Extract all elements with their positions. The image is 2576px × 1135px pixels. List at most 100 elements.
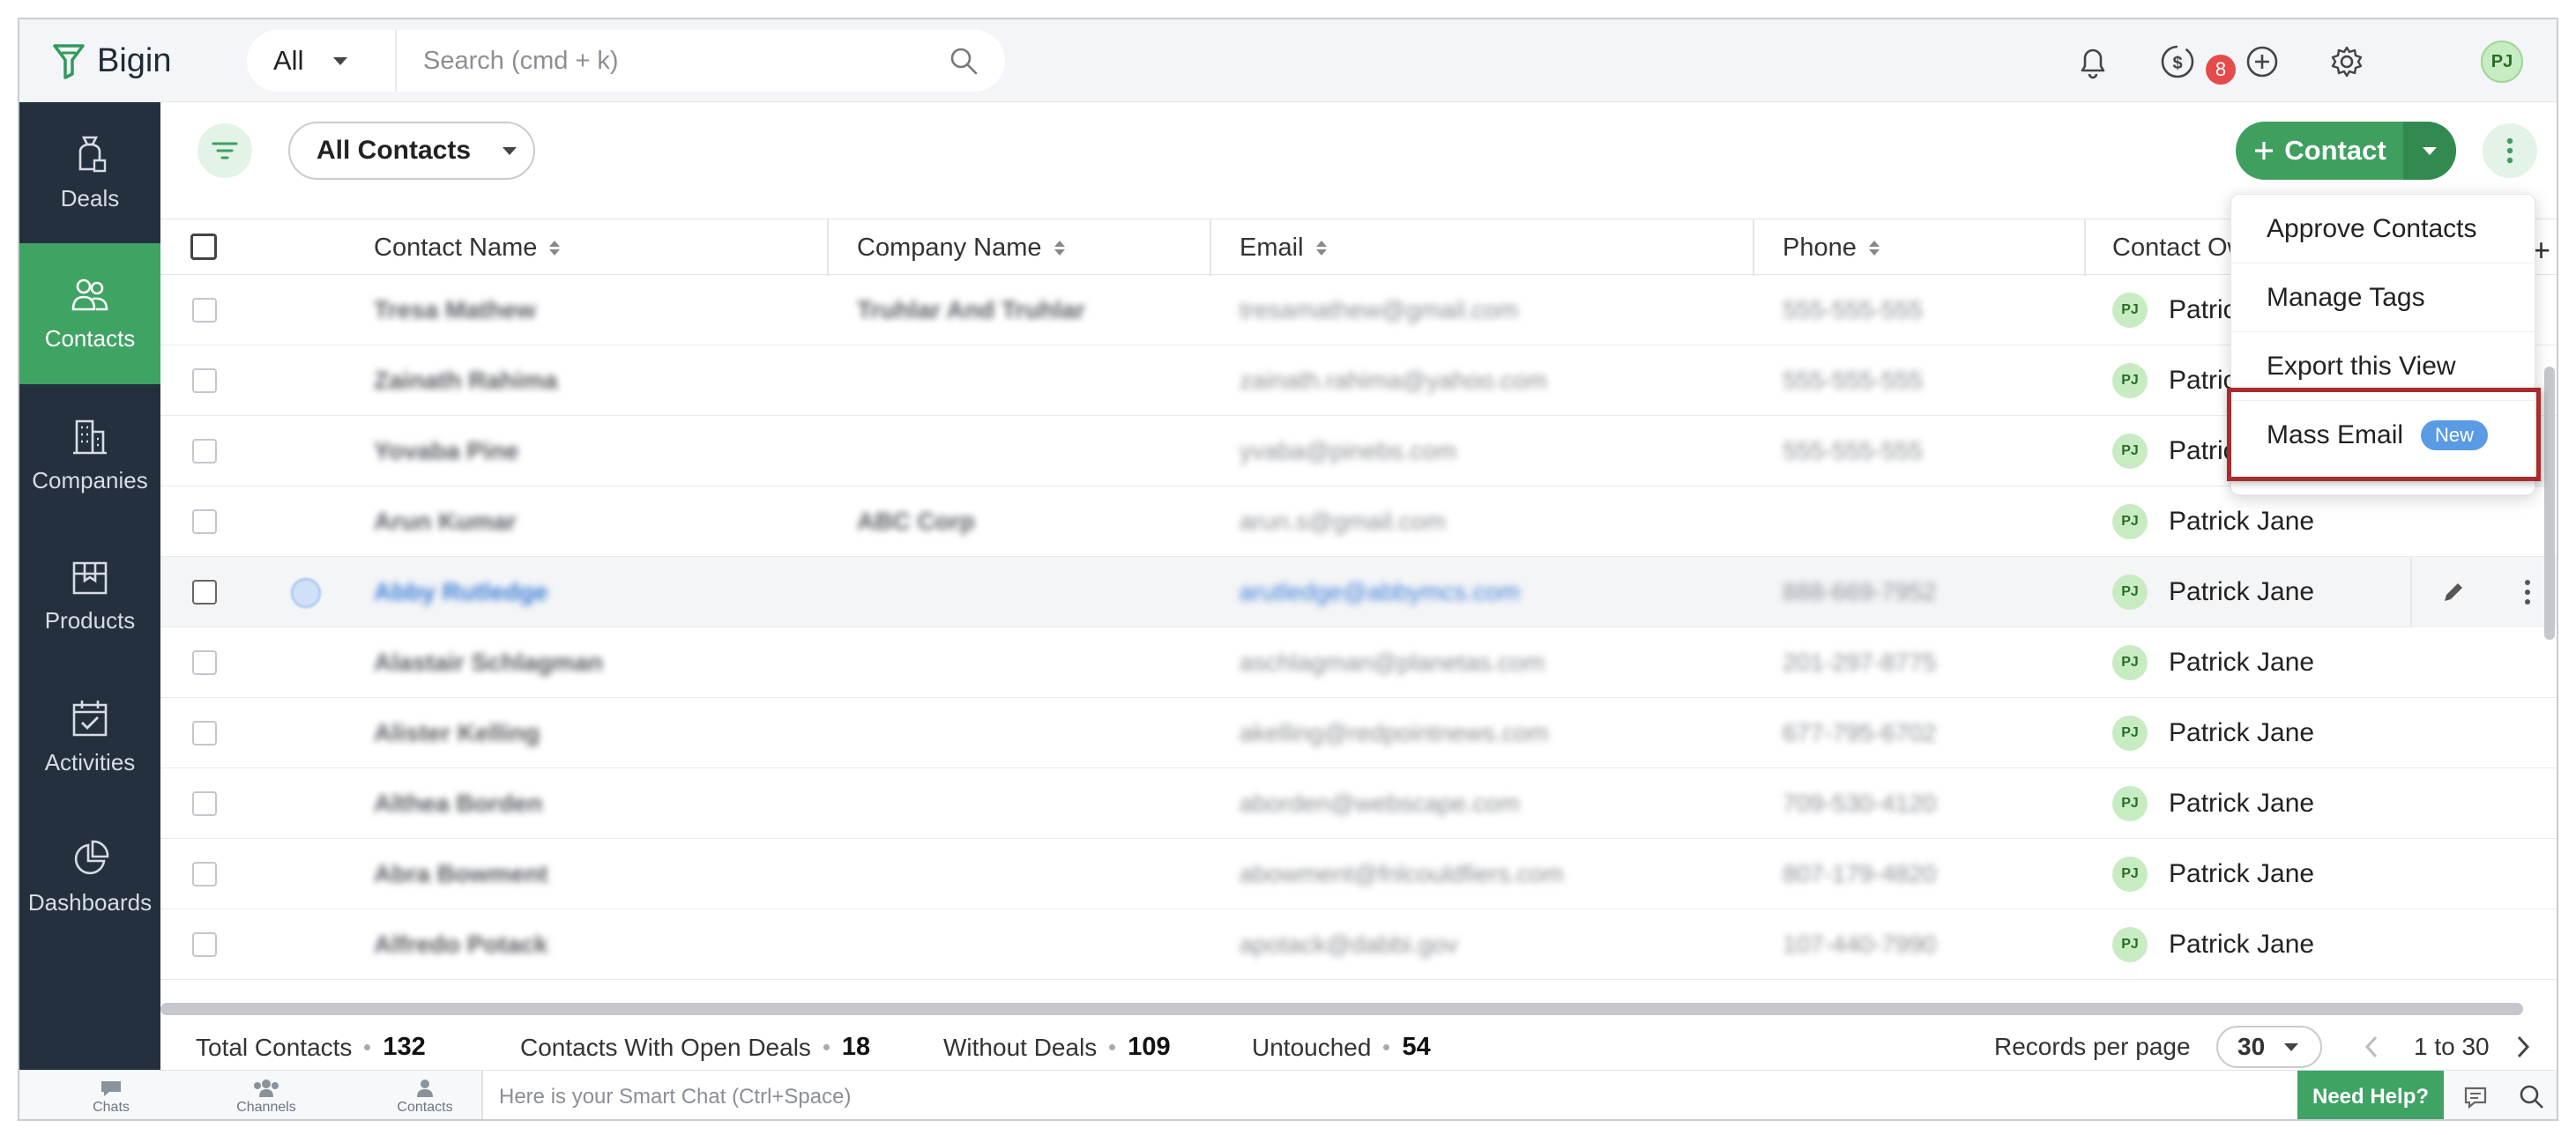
search-icon[interactable] xyxy=(949,46,979,76)
table-row[interactable]: Alfredo Potack apotack@dabbi.gov 107-440… xyxy=(160,909,2557,980)
add-contact-dropdown[interactable] xyxy=(2403,122,2456,180)
untouched[interactable]: Untouched 54 xyxy=(1252,1033,1431,1062)
contact-name[interactable]: Alastair Schlagman xyxy=(374,627,603,698)
column-header-phone[interactable]: Phone xyxy=(1783,219,1880,276)
owner-name: Patrick Jane xyxy=(2169,648,2315,677)
row-checkbox[interactable] xyxy=(192,298,217,323)
total-contacts[interactable]: Total Contacts 132 xyxy=(196,1033,426,1062)
view-select[interactable]: All Contacts xyxy=(288,122,535,180)
summary-label: Contacts With Open Deals xyxy=(520,1033,811,1061)
company-name: Truhlar And Truhlar xyxy=(857,296,1085,323)
table-row[interactable]: Abra Bowment abowment@fnlcouldfiers.com … xyxy=(160,839,2557,909)
column-divider[interactable] xyxy=(827,219,829,276)
row-checkbox[interactable] xyxy=(192,439,217,464)
without-deals[interactable]: Without Deals 109 xyxy=(943,1033,1171,1062)
contact-name[interactable]: Althea Borden xyxy=(374,768,542,839)
summary-bar: Total Contacts 132 Contacts With Open Dea… xyxy=(160,1022,2557,1070)
column-divider[interactable] xyxy=(1753,219,1754,276)
column-header-company-name[interactable]: Company Name xyxy=(857,219,1065,276)
table-row[interactable]: Zainath Rahima zainath.rahima@yahoo.com … xyxy=(160,345,2557,416)
sidebar-item-label: Contacts xyxy=(44,324,136,352)
column-header-email[interactable]: Email xyxy=(1240,219,1327,276)
previous-page-icon[interactable] xyxy=(2364,1035,2379,1059)
contact-name[interactable]: Yovaba Pine xyxy=(374,416,518,486)
column-header-contact-name[interactable]: Contact Name xyxy=(374,219,561,276)
records-per-page-select[interactable]: 30 xyxy=(2216,1026,2322,1068)
search-input[interactable] xyxy=(397,30,1005,92)
contact-name[interactable]: Abra Bowment xyxy=(374,839,548,909)
table-row[interactable]: Alastair Schlagman aschlagman@planetas.c… xyxy=(160,627,2557,698)
table-row[interactable]: Abby Rutledge arutledge@abbymcs.com 888-… xyxy=(160,557,2557,627)
contacts-with-open-deals[interactable]: Contacts With Open Deals 18 xyxy=(520,1033,870,1062)
row-checkbox[interactable] xyxy=(192,650,217,675)
menu-item-mass-email[interactable]: Mass Email New xyxy=(2231,401,2536,470)
add-contact-main[interactable]: Contact xyxy=(2236,122,2403,180)
sidebar-item-dashboards[interactable]: Dashboards xyxy=(19,807,160,948)
owner-name: Patrick Jane xyxy=(2169,577,2315,606)
smart-chat-input[interactable] xyxy=(481,1071,2297,1119)
search-scope-select[interactable]: All xyxy=(247,30,397,92)
row-checkbox[interactable] xyxy=(192,721,217,746)
email: aschlagman@planetas.com xyxy=(1240,649,1545,676)
table-row[interactable]: Yovaba Pine yvaba@pinebs.com 555-555-555… xyxy=(160,416,2557,486)
next-page-icon[interactable] xyxy=(2516,1035,2530,1059)
bell-icon[interactable] xyxy=(2073,42,2112,81)
table-row[interactable]: Tresa Mathew Truhlar And Truhlar tresama… xyxy=(160,275,2557,345)
contact-name[interactable]: Zainath Rahima xyxy=(374,345,557,416)
contact-name[interactable]: Tresa Mathew xyxy=(374,275,536,345)
user-avatar[interactable]: PJ xyxy=(2481,41,2523,83)
column-header-contact-owner[interactable]: Contact Ow xyxy=(2112,219,2246,276)
chats-tab[interactable]: Chats xyxy=(49,1076,173,1118)
column-divider[interactable] xyxy=(2084,219,2086,276)
row-checkbox[interactable] xyxy=(192,791,217,816)
sort-icon[interactable] xyxy=(1053,240,1065,256)
need-help-button[interactable]: Need Help? xyxy=(2297,1071,2444,1119)
contacts-chat-tab[interactable]: Contacts xyxy=(363,1076,487,1118)
chat-history-icon[interactable] xyxy=(2458,1079,2493,1115)
sidebar-item-companies[interactable]: Companies xyxy=(19,384,160,525)
vertical-scrollbar[interactable] xyxy=(2544,367,2555,640)
gear-icon[interactable] xyxy=(2327,42,2366,81)
sidebar-item-activities[interactable]: Activities xyxy=(19,666,160,807)
filter-button[interactable] xyxy=(197,123,252,178)
email[interactable]: arutledge@abbymcs.com xyxy=(1240,557,1520,627)
contact-name[interactable]: Alfredo Potack xyxy=(374,909,548,980)
menu-item-manage-tags[interactable]: Manage Tags xyxy=(2231,263,2536,332)
pencil-icon[interactable] xyxy=(2441,580,2466,605)
sidebar-item-label: Products xyxy=(44,606,136,634)
row-checkbox[interactable] xyxy=(192,368,217,393)
row-checkbox[interactable] xyxy=(192,580,217,605)
select-all-checkbox[interactable] xyxy=(190,234,217,260)
kebab-icon[interactable] xyxy=(2524,579,2531,605)
row-checkbox[interactable] xyxy=(192,509,217,534)
sidebar-item-products[interactable]: Products xyxy=(19,525,160,666)
sort-icon[interactable] xyxy=(1315,240,1327,256)
app-logo[interactable]: Bigin xyxy=(51,37,172,85)
search-icon[interactable] xyxy=(2514,1079,2550,1115)
more-options-button[interactable] xyxy=(2483,123,2537,178)
email: zainath.rahima@yahoo.com xyxy=(1240,367,1548,394)
sort-icon[interactable] xyxy=(1868,240,1880,256)
contact-name[interactable]: Alister Kelling xyxy=(374,698,540,768)
table-row[interactable]: Alister Kelling akelling@redpointnews.co… xyxy=(160,698,2557,768)
billing-icon[interactable]: $ 8 xyxy=(2158,42,2236,85)
sidebar-item-contacts[interactable]: Contacts xyxy=(19,243,160,384)
add-circle-icon[interactable] xyxy=(2243,42,2282,81)
contact-owner: PJ Patrick Jane xyxy=(2112,486,2314,557)
table-row[interactable]: Althea Borden aborden@webscape.com 709-5… xyxy=(160,768,2557,839)
row-checkbox[interactable] xyxy=(192,862,217,886)
add-contact-button[interactable]: Contact xyxy=(2236,122,2456,180)
sidebar-item-deals[interactable]: Deals xyxy=(19,102,160,243)
bag-icon xyxy=(78,136,107,172)
horizontal-scrollbar[interactable] xyxy=(160,1003,2523,1015)
contact-owner: PJ Patrick Jane xyxy=(2112,909,2314,980)
column-divider[interactable] xyxy=(1210,219,1211,276)
menu-item-export-view[interactable]: Export this View xyxy=(2231,332,2536,401)
sort-icon[interactable] xyxy=(549,240,561,256)
channels-tab[interactable]: Channels xyxy=(205,1076,328,1118)
contact-name[interactable]: Arun Kumar xyxy=(374,486,517,557)
menu-item-approve-contacts[interactable]: Approve Contacts xyxy=(2231,195,2536,263)
contact-name[interactable]: Abby Rutledge xyxy=(374,557,548,627)
row-checkbox[interactable] xyxy=(192,932,217,957)
table-row[interactable]: Arun Kumar ABC Corp arun.s@gmail.com PJ P… xyxy=(160,486,2557,557)
